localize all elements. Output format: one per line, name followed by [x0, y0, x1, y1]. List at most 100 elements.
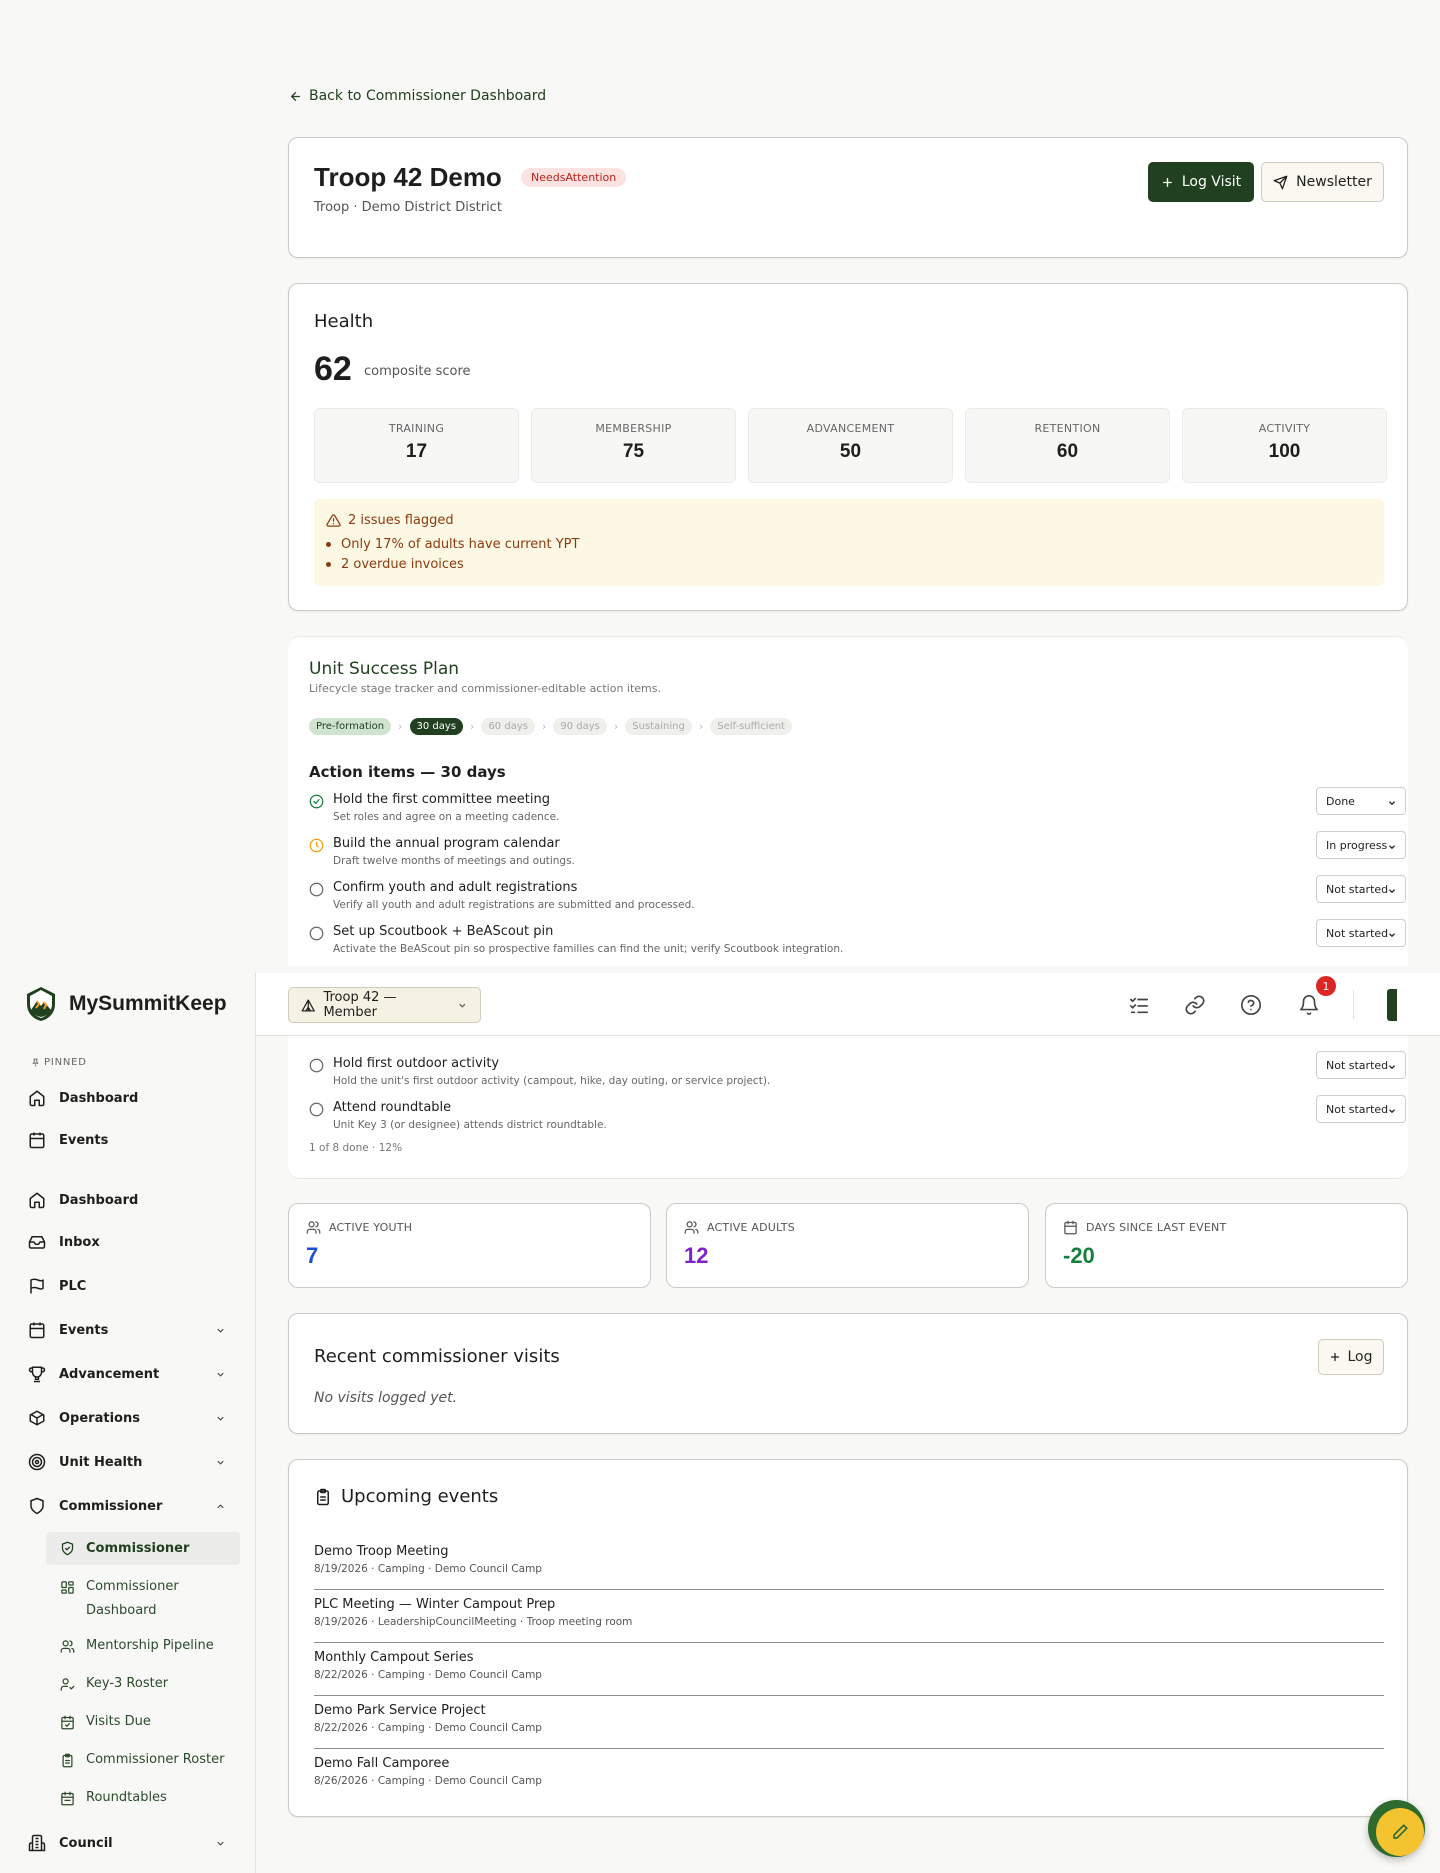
stat-label: ACTIVE ADULTS [707, 1221, 795, 1234]
action-item-desc: Hold the unit's first outdoor activity (… [333, 1075, 771, 1087]
unit-success-plan: Unit Success Plan Lifecycle stage tracke… [288, 636, 1408, 966]
sidebar-sub-commissioner-roster[interactable]: Commissioner Roster [46, 1752, 240, 1768]
chevron-right-icon: › [541, 720, 547, 733]
sidebar-item-commissioner[interactable]: Commissioner [16, 1488, 240, 1524]
event-row[interactable]: Demo Park Service Project 8/22/2026 · Cam… [314, 1696, 1384, 1749]
sidebar-item-operations[interactable]: Operations [16, 1400, 240, 1436]
log-button-label: Log [1347, 1349, 1373, 1365]
help-icon[interactable] [1240, 994, 1262, 1016]
event-title: Monthly Campout Series [314, 1650, 474, 1665]
back-link[interactable]: Back to Commissioner Dashboard [289, 88, 546, 104]
send-icon [1273, 175, 1288, 189]
notification-badge: 1 [1316, 976, 1336, 996]
pinned-item-dashboard[interactable]: Dashboard [16, 1080, 240, 1116]
status-select[interactable]: Not started [1316, 1095, 1406, 1123]
stage-60-days[interactable]: 60 days [481, 718, 535, 735]
issue-text: 2 overdue invoices [341, 557, 464, 572]
action-item-title: Attend roundtable [333, 1100, 452, 1115]
log-button[interactable]: Log [1318, 1339, 1384, 1375]
chevron-down-icon [1389, 1109, 1395, 1114]
sub-label: Commissioner Dashboard [86, 1579, 179, 1618]
stage-pre-formation[interactable]: Pre-formation [309, 718, 392, 735]
link-icon[interactable] [1184, 994, 1206, 1016]
issue-item: 2 overdue invoices [326, 557, 464, 572]
circle-icon [309, 926, 324, 941]
stat-label-row: DAYS SINCE LAST EVENT [1063, 1220, 1226, 1235]
sidebar-item-council[interactable]: Council [16, 1825, 240, 1861]
action-item-title: Set up Scoutbook + BeAScout pin [333, 924, 554, 939]
calendar-icon [29, 1132, 45, 1149]
nav-label: Unit Health [59, 1454, 143, 1470]
trophy-icon [28, 1366, 46, 1383]
sidebar-item-unit-health[interactable]: Unit Health [16, 1444, 240, 1480]
grid-icon [61, 1581, 74, 1594]
status-select[interactable]: Not started [1316, 875, 1406, 903]
logo-icon [27, 987, 55, 1021]
bell-icon[interactable] [1298, 994, 1320, 1016]
sidebar-sub-commissioner[interactable]: Commissioner [46, 1532, 240, 1565]
sidebar-item-dashboard[interactable]: Dashboard [16, 1182, 240, 1218]
stat-label-row: ACTIVE ADULTS [684, 1220, 795, 1235]
clipboard-icon [62, 1753, 73, 1768]
circle-icon [309, 882, 324, 897]
sidebar-item-events[interactable]: Events [16, 1312, 240, 1348]
pinned-label: PINNED [44, 1057, 87, 1068]
warning-icon [326, 514, 341, 527]
sidebar-sub-roundtables[interactable]: Roundtables [46, 1790, 240, 1806]
sidebar-sub-visits-due[interactable]: Visits Due [46, 1714, 240, 1730]
sidebar-item-advancement[interactable]: Advancement [16, 1356, 240, 1392]
chevron-down-icon [1389, 845, 1395, 850]
sidebar: MySummitKeep PINNED Dashboard Events Das… [0, 973, 256, 1873]
status-select[interactable]: Not started [1316, 919, 1406, 947]
event-row[interactable]: Demo Fall Camporee 8/26/2026 · Camping · … [314, 1749, 1384, 1802]
sidebar-sub-commissioner-dashboard[interactable]: Commissioner Dashboard [46, 1575, 240, 1623]
unit-selector[interactable]: Troop 42 — Member [288, 987, 481, 1023]
metric-label: ADVANCEMENT [806, 422, 895, 435]
issue-item: Only 17% of adults have current YPT [326, 537, 579, 552]
brand[interactable]: MySummitKeep [25, 986, 227, 1022]
circle-icon [309, 1102, 324, 1117]
nav-label: Operations [59, 1410, 140, 1426]
metric-value: 75 [622, 441, 645, 462]
usp-subtitle: Lifecycle stage tracker and commissioner… [309, 682, 661, 695]
action-item-title: Confirm youth and adult registrations [333, 880, 578, 895]
check-circle-icon [309, 794, 324, 809]
stage-self-sufficient[interactable]: Self-sufficient [710, 718, 792, 735]
status-select[interactable]: Not started [1316, 1051, 1406, 1079]
chevron-right-icon: › [698, 720, 704, 733]
event-row[interactable]: Monthly Campout Series 8/22/2026 · Campin… [314, 1643, 1384, 1696]
event-row[interactable]: PLC Meeting — Winter Campout Prep 8/19/20… [314, 1590, 1384, 1643]
avatar[interactable] [1387, 989, 1397, 1021]
shield-icon [30, 1497, 44, 1515]
status-badge: NeedsAttention [521, 168, 627, 187]
status-select-value: Not started [1326, 926, 1389, 940]
sidebar-item-plc[interactable]: PLC [16, 1268, 240, 1304]
log-visit-button[interactable]: Log Visit [1148, 162, 1254, 202]
chevron-down-icon [217, 1372, 224, 1377]
metric-label: ACTIVITY [1258, 422, 1311, 435]
stage-sustaining[interactable]: Sustaining [625, 718, 692, 735]
plus-icon [1162, 177, 1172, 187]
checklist-icon[interactable] [1128, 994, 1150, 1016]
sidebar-sub-key-3-roster[interactable]: Key-3 Roster [46, 1676, 240, 1692]
stage-90-days[interactable]: 90 days [553, 718, 607, 735]
tent-icon [301, 998, 315, 1012]
sidebar-item-inbox[interactable]: Inbox [16, 1224, 240, 1260]
pencil-icon [1393, 1824, 1408, 1839]
stage-30-days[interactable]: 30 days [409, 718, 464, 735]
pinned-item-events[interactable]: Events [16, 1122, 240, 1158]
sub-label: Commissioner Roster [86, 1752, 225, 1767]
inbox-icon [28, 1236, 46, 1249]
event-row[interactable]: Demo Troop Meeting 8/19/2026 · Camping · … [314, 1537, 1384, 1590]
newsletter-button[interactable]: Newsletter [1261, 162, 1384, 202]
nav-label: Dashboard [59, 1090, 139, 1106]
sidebar-sub-mentorship-pipeline[interactable]: Mentorship Pipeline [46, 1638, 240, 1654]
stat-active-adults: ACTIVE ADULTS 12 [666, 1203, 1029, 1288]
status-select[interactable]: In progress [1316, 831, 1406, 859]
chevron-down-icon [217, 1841, 224, 1846]
edit-fab[interactable] [1376, 1808, 1424, 1856]
metric-activity: ACTIVITY 100 [1182, 408, 1387, 483]
usp-title: Unit Success Plan [309, 659, 460, 679]
status-select[interactable]: Done [1316, 787, 1406, 815]
nav-label: Commissioner [59, 1498, 163, 1514]
